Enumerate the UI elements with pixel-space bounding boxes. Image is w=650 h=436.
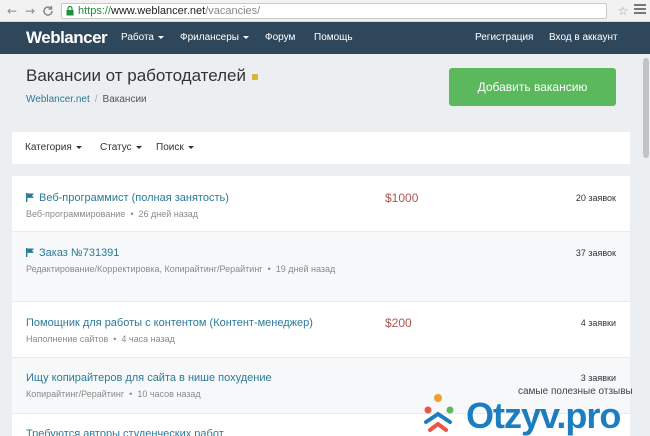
- vacancy-bids: 3 заявки: [580, 373, 616, 383]
- breadcrumb: Weblancer.net / Вакансии: [26, 94, 147, 105]
- register-link[interactable]: Регистрация: [475, 22, 533, 54]
- search-filter[interactable]: Поиск: [156, 132, 194, 164]
- vacancy-bids: 20 заявок: [575, 193, 616, 203]
- otzyv-watermark-logo: Otzyv.pro: [424, 394, 621, 436]
- vacancy-category: Копирайтинг/Рерайтинг: [26, 389, 125, 399]
- reload-icon: [43, 6, 53, 16]
- list-item: Заказ №731391 Редактирование/Корректиров…: [12, 232, 630, 302]
- url-path: /vacancies/: [205, 5, 261, 17]
- vacancy-time: 26 дней назад: [138, 209, 199, 219]
- vacancy-meta: Веб-программирование • 26 дней назад: [26, 209, 199, 219]
- reload-button[interactable]: [40, 3, 56, 19]
- page-title: Вакансии от работодателей: [26, 66, 259, 86]
- breadcrumb-current: Вакансии: [102, 94, 147, 105]
- vacancy-price: $200: [385, 316, 412, 330]
- page-title-text: Вакансии от работодателей: [26, 66, 247, 85]
- filter-label: Статус: [100, 142, 132, 153]
- browser-toolbar: ← → https://www.weblancer.net/vacancies/…: [0, 0, 650, 22]
- vacancy-meta: Копирайтинг/Рерайтинг • 10 часов назад: [26, 389, 201, 399]
- vacancy-bids: 4 заявки: [580, 318, 616, 328]
- vacancy-title-text: Помощник для работы с контентом (Контент…: [26, 317, 313, 329]
- nav-item-work[interactable]: Работа: [121, 22, 164, 54]
- vacancy-time: 4 часа назад: [121, 334, 175, 344]
- lock-icon: [66, 6, 74, 16]
- url-scheme: https://: [78, 5, 112, 17]
- svg-text:Otzyv.pro: Otzyv.pro: [466, 395, 620, 436]
- vacancy-meta: Редактирование/Корректировка, Копирайтин…: [26, 264, 336, 274]
- chevron-down-icon: [75, 145, 82, 149]
- chevron-down-icon: [135, 145, 142, 149]
- filter-label: Поиск: [156, 142, 184, 153]
- bookmark-star-icon[interactable]: ☆: [616, 3, 630, 19]
- nav-item-label: Работа: [121, 32, 154, 43]
- vacancy-time: 10 часов назад: [137, 389, 201, 399]
- scrollbar-thumb[interactable]: [643, 58, 649, 158]
- sparkle-icon: [424, 394, 454, 432]
- nav-item-freelancers[interactable]: Фрилансеры: [180, 22, 249, 54]
- nav-item-label: Фрилансеры: [180, 32, 239, 43]
- vacancy-bids: 37 заявок: [575, 248, 616, 258]
- breadcrumb-separator: /: [94, 94, 98, 105]
- vacancy-title-link[interactable]: Помощник для работы с контентом (Контент…: [26, 317, 313, 329]
- vacancy-title-text: Требуются авторы студенческих работ: [26, 428, 224, 436]
- chevron-down-icon: [158, 35, 164, 39]
- vacancy-title-link[interactable]: Веб-программист (полная занятость): [26, 192, 229, 204]
- vacancy-time: 19 дней назад: [275, 264, 336, 274]
- filter-bar: Категория Статус Поиск: [12, 132, 630, 164]
- login-link[interactable]: Вход в аккаунт: [549, 22, 618, 54]
- flag-icon: [26, 248, 34, 257]
- site-navbar: Weblancer Работа Фрилансеры Форум Помощь…: [0, 22, 650, 54]
- vacancy-category: Веб-программирование: [26, 209, 126, 219]
- address-bar[interactable]: https://www.weblancer.net/vacancies/: [61, 3, 607, 19]
- list-item: Помощник для работы с контентом (Контент…: [12, 302, 630, 358]
- nav-item-help[interactable]: Помощь: [314, 22, 353, 54]
- nav-item-forum[interactable]: Форум: [265, 22, 295, 54]
- list-item: Веб-программист (полная занятость) Веб-п…: [12, 176, 630, 232]
- forward-button[interactable]: →: [22, 3, 38, 19]
- chevron-down-icon: [187, 145, 194, 149]
- rss-icon[interactable]: [252, 73, 259, 80]
- category-filter[interactable]: Категория: [25, 132, 82, 164]
- vacancy-title-link[interactable]: Требуются авторы студенческих работ: [26, 428, 224, 436]
- back-button[interactable]: ←: [4, 3, 20, 19]
- add-vacancy-button[interactable]: Добавить вакансию: [449, 68, 616, 106]
- vacancy-title-link[interactable]: Заказ №731391: [26, 247, 119, 259]
- vacancy-price: $1000: [385, 191, 419, 205]
- breadcrumb-home-link[interactable]: Weblancer.net: [26, 94, 90, 105]
- vacancy-meta: Наполнение сайтов • 4 часа назад: [26, 334, 175, 344]
- vacancy-title-text: Веб-программист (полная занятость): [39, 192, 229, 204]
- vacancy-category: Редактирование/Корректировка, Копирайтин…: [26, 264, 263, 274]
- url-host: www.weblancer.net: [111, 5, 206, 17]
- weblancer-logo[interactable]: Weblancer: [26, 28, 108, 48]
- status-filter[interactable]: Статус: [100, 132, 142, 164]
- browser-menu-icon[interactable]: [634, 4, 646, 18]
- page-scrollbar[interactable]: [642, 54, 650, 436]
- vacancy-title-link[interactable]: Ищу копирайтеров для сайта в нише похуде…: [26, 372, 272, 384]
- chevron-down-icon: [242, 35, 249, 39]
- vacancy-title-text: Ищу копирайтеров для сайта в нише похуде…: [26, 372, 272, 384]
- vacancy-title-text: Заказ №731391: [39, 247, 120, 259]
- filter-label: Категория: [25, 142, 72, 153]
- page-header: Вакансии от работодателей Weblancer.net /…: [12, 54, 630, 122]
- vacancy-category: Наполнение сайтов: [26, 334, 109, 344]
- flag-icon: [26, 193, 34, 202]
